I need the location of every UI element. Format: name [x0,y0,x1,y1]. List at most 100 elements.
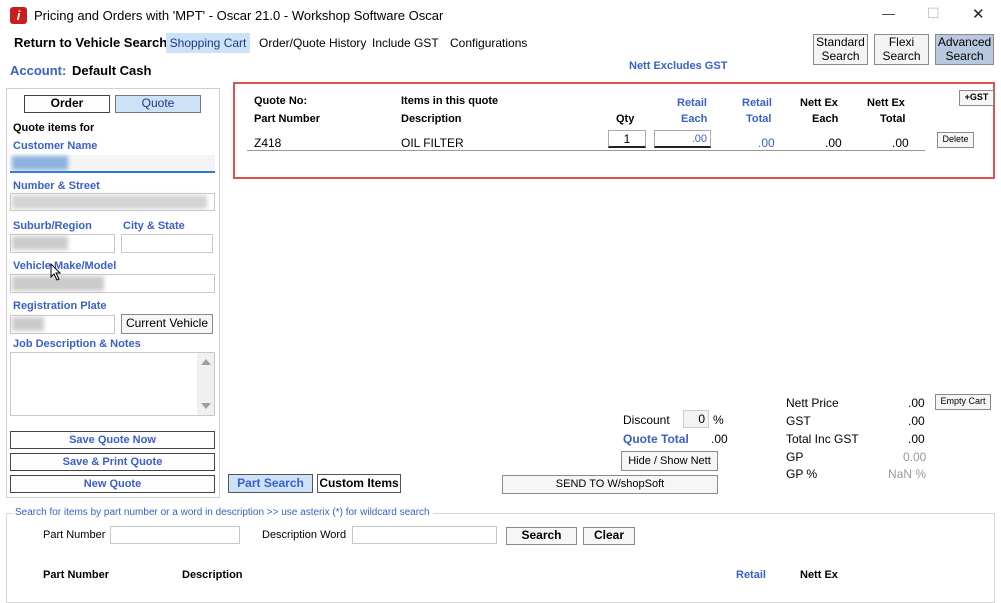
plus-gst-button[interactable]: +GST [959,90,994,106]
results-header-nett-ex: Nett Ex [800,569,838,581]
row-delete-button[interactable]: Delete [937,132,974,148]
header-retail-each-2: Each [681,113,708,125]
minimize-button[interactable]: — [882,6,895,21]
search-legend: Search for items by part number or a wor… [12,507,433,518]
part-number-search-label: Part Number [43,529,106,541]
description-word-input[interactable] [352,526,497,544]
customer-name-label: Customer Name [13,140,98,152]
scroll-up-icon[interactable] [201,359,211,365]
gp-label: GP [786,450,804,464]
nett-excludes-gst: Nett Excludes GST [629,60,728,72]
standard-search-line2: Search [821,48,860,63]
empty-cart-button[interactable]: Empty Cart [935,394,991,410]
header-nett-total-1: Nett Ex [867,97,905,109]
flexi-search-button[interactable]: Flexi Search [874,34,929,65]
discount-label: Discount [623,413,670,427]
job-description-scrollbar[interactable] [197,353,214,415]
header-nett-total-2: Total [880,113,906,125]
header-retail-total-1: Retail [742,97,772,109]
custom-items-tab[interactable]: Custom Items [317,474,401,493]
quote-total-value: .00 [711,432,728,446]
row-description: OIL FILTER [401,136,464,150]
gst-label: GST [786,414,811,428]
number-street-redacted [12,195,207,209]
search-button[interactable]: Search [506,527,577,545]
standard-search-button[interactable]: Standard Search [813,34,868,65]
advanced-search-line2: Search [945,48,984,63]
save-quote-now-button[interactable]: Save Quote Now [10,431,215,449]
quote-tab[interactable]: Quote [115,95,201,113]
return-to-vehicle-search[interactable]: Return to Vehicle Search [14,33,167,53]
city-state-label: City & State [123,220,185,232]
row-nett-each: .00 [825,136,842,150]
header-description: Description [401,113,462,125]
header-retail-each-1: Retail [677,97,707,109]
discount-percent: % [713,413,724,427]
header-qty: Qty [616,113,635,125]
part-search-tab[interactable]: Part Search [228,474,313,493]
gp-percent-value: NaN % [888,467,927,481]
window-title: Pricing and Orders with 'MPT' - Oscar 21… [34,8,444,23]
save-print-quote-button[interactable]: Save & Print Quote [10,453,215,471]
mouse-cursor-icon [50,262,62,284]
tab-shopping-cart[interactable]: Shopping Cart [166,33,250,53]
account-value: Default Cash [72,63,152,78]
header-retail-total-2: Total [746,113,772,125]
quote-no-label: Quote No: [254,95,308,107]
header-part-number: Part Number [254,113,321,125]
suburb-region-label: Suburb/Region [13,220,92,232]
vehicle-make-model-label: Vehicle Make/Model [13,260,117,272]
city-state-field[interactable] [121,234,213,253]
tab-configurations[interactable]: Configurations [450,33,527,53]
nett-price-value: .00 [908,396,925,410]
current-vehicle-button[interactable]: Current Vehicle [121,314,213,334]
new-quote-button[interactable]: New Quote [10,475,215,493]
job-description-label: Job Description & Notes [13,338,141,350]
flexi-search-line2: Search [882,48,921,63]
order-tab[interactable]: Order [24,95,110,113]
maximize-button[interactable]: ☐ [927,5,940,22]
row-retail-each-input[interactable]: .00 [654,130,711,148]
total-inc-gst-value: .00 [908,432,925,446]
standard-search-line1: Standard [816,35,865,50]
discount-input[interactable]: 0 [683,410,709,428]
advanced-search-button[interactable]: Advanced Search [935,34,994,65]
customer-name-redacted [12,156,68,170]
advanced-search-line1: Advanced [937,35,992,50]
table-row [247,131,925,151]
description-word-label: Description Word [262,529,347,541]
gp-percent-label: GP % [786,467,818,481]
clear-button[interactable]: Clear [583,527,635,545]
flexi-search-line1: Flexi [888,35,915,50]
quote-total-label: Quote Total [623,432,689,446]
row-retail-total: .00 [758,136,775,150]
row-qty-input[interactable]: 1 [608,130,646,148]
job-description-textarea[interactable] [10,352,215,416]
row-part-number: Z418 [254,136,282,150]
gst-value: .00 [908,414,925,428]
part-number-search-input[interactable] [110,526,240,544]
app-icon: i [10,7,27,24]
suburb-region-redacted [12,236,68,250]
nett-price-label: Nett Price [786,396,839,410]
registration-plate-label: Registration Plate [13,300,107,312]
row-nett-total: .00 [892,136,909,150]
total-inc-gst-label: Total Inc GST [786,432,859,446]
scroll-down-icon[interactable] [201,403,211,409]
quote-items-for: Quote items for [13,122,95,134]
close-button[interactable]: ✕ [972,5,985,23]
hide-show-nett-button[interactable]: Hide / Show Nett [621,451,718,471]
account-label: Account: [10,63,67,78]
registration-plate-redacted [12,317,44,331]
number-street-label: Number & Street [13,180,100,192]
results-header-retail: Retail [736,569,766,581]
header-nett-each-2: Each [812,113,839,125]
tab-include-gst[interactable]: Include GST [372,33,439,53]
header-nett-each-1: Nett Ex [800,97,838,109]
results-header-description: Description [182,569,243,581]
tab-order-quote-history[interactable]: Order/Quote History [259,33,366,53]
send-to-wshopsoft-button[interactable]: SEND TO W/shopSoft [502,475,718,494]
gp-value: 0.00 [903,450,927,464]
results-header-part-number: Part Number [43,569,110,581]
items-in-quote-label: Items in this quote [401,95,499,107]
